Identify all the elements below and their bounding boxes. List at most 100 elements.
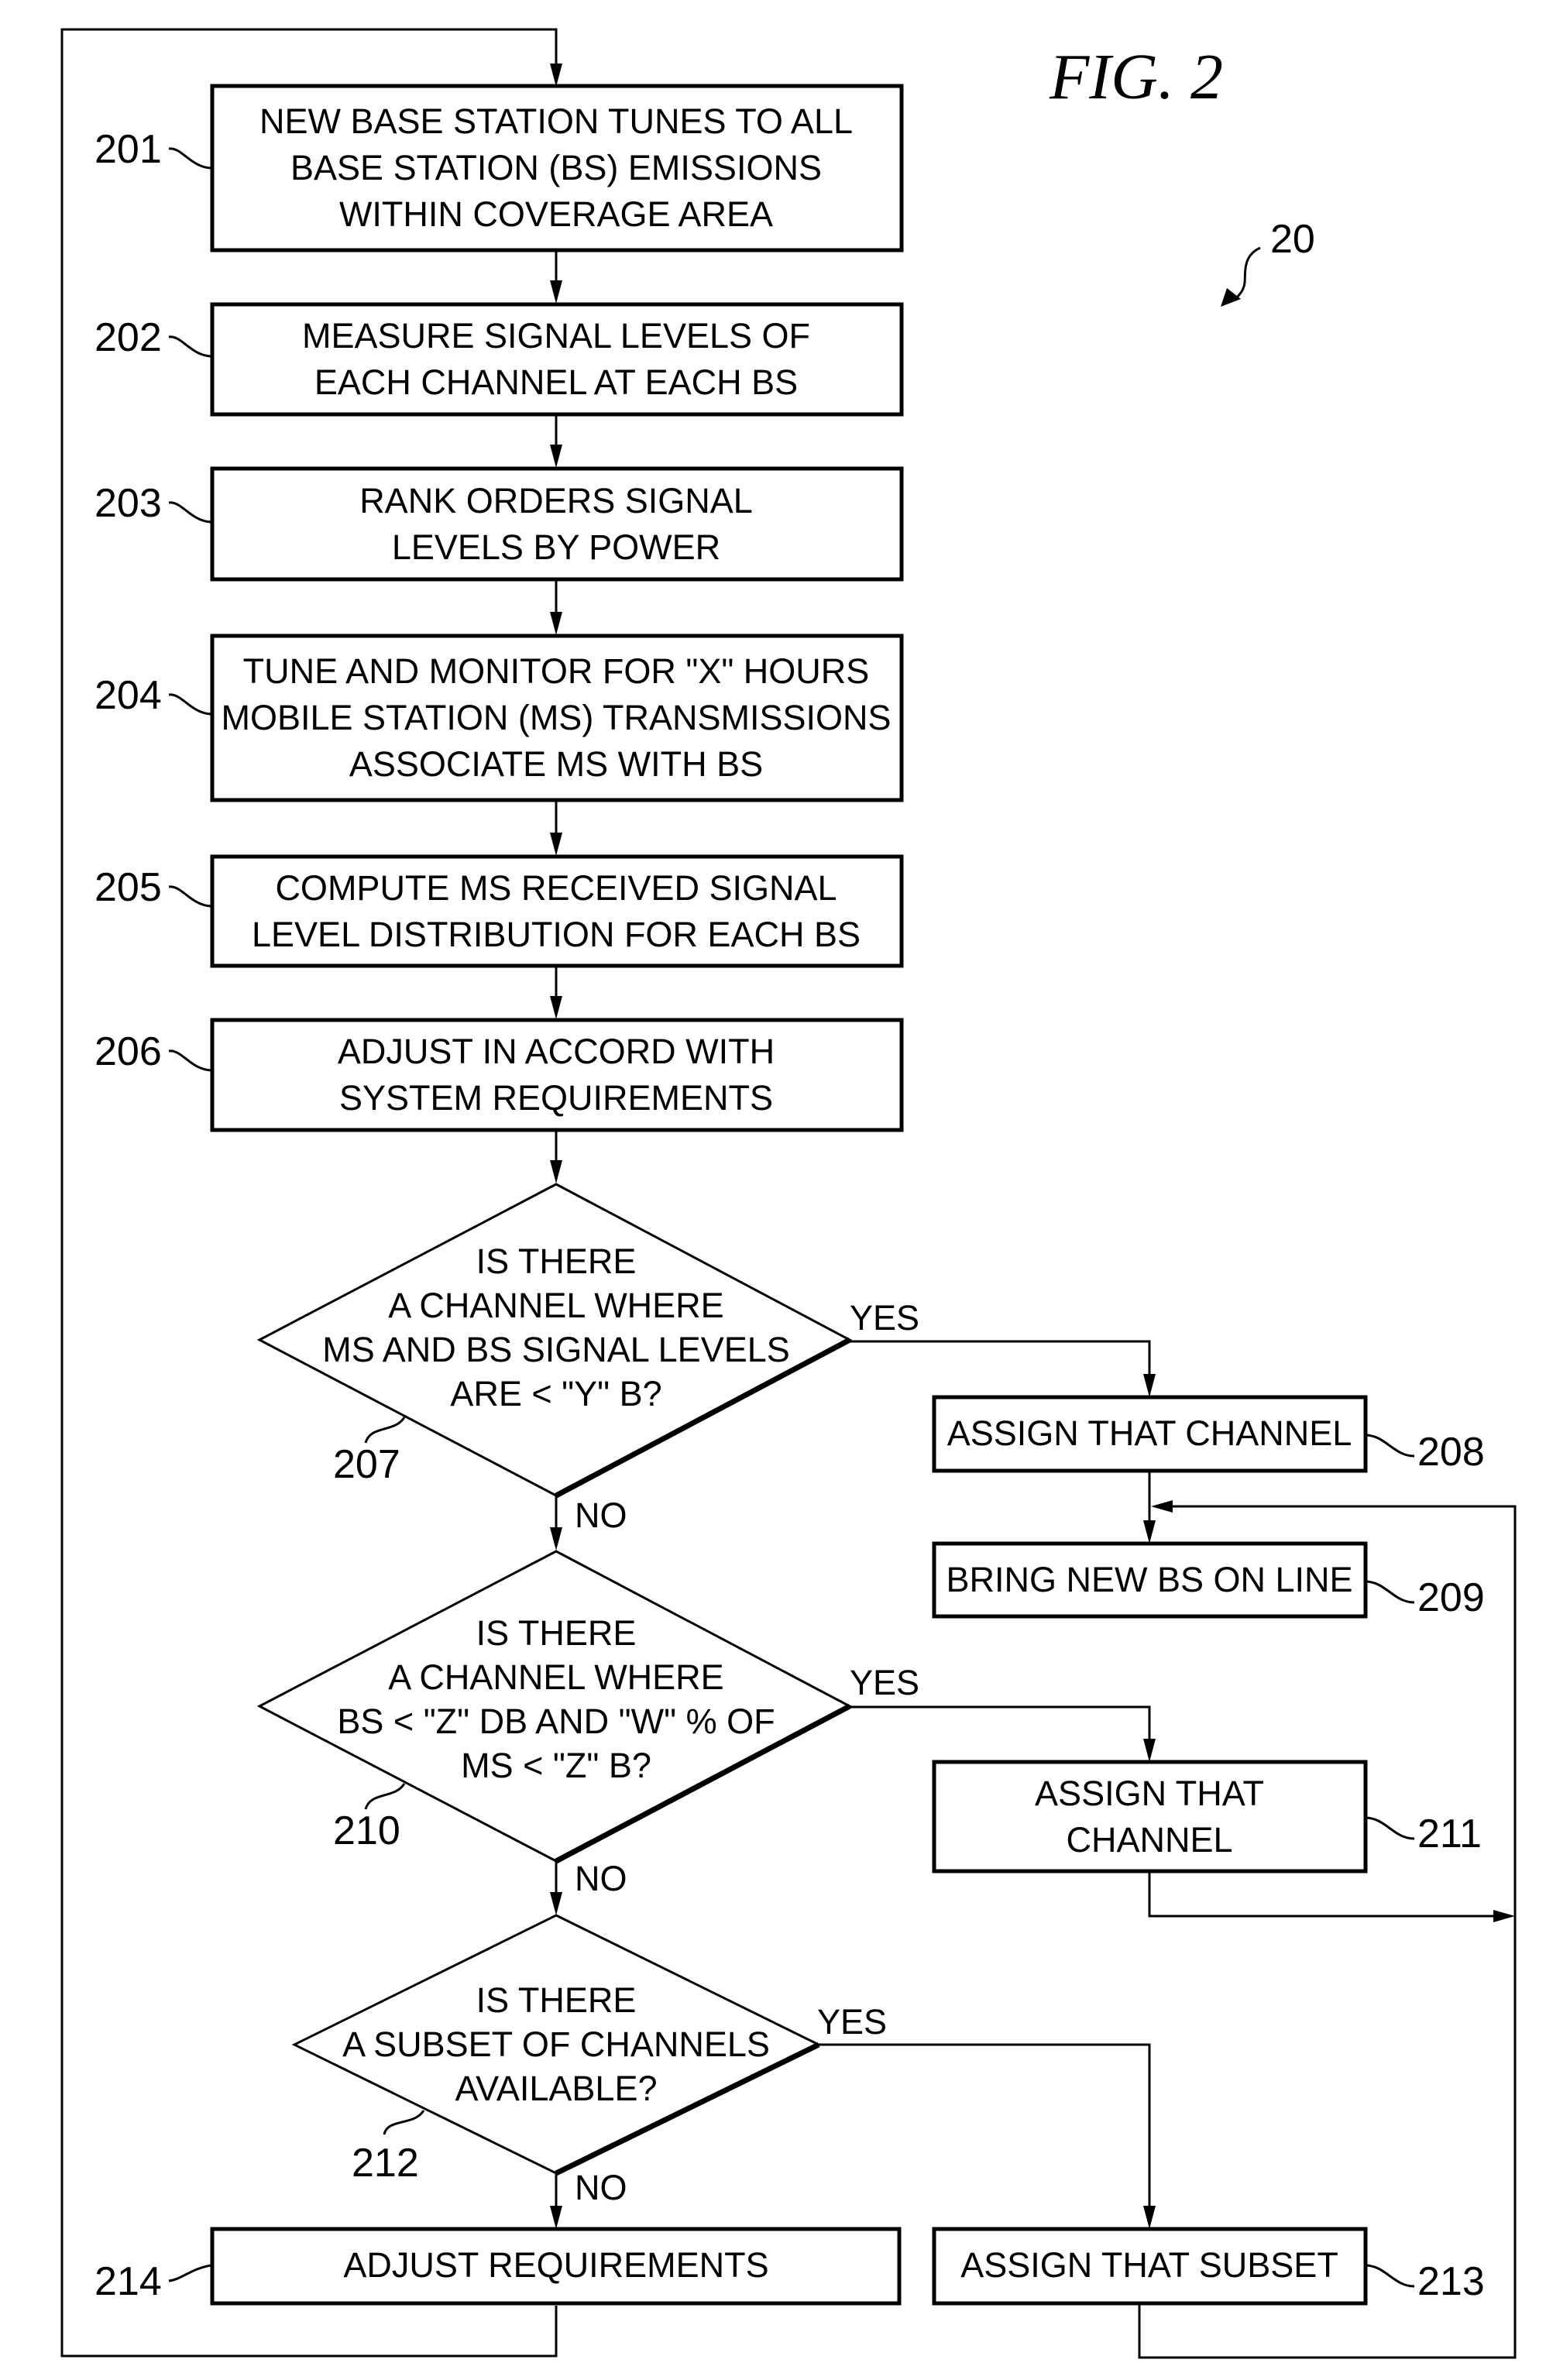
connector-211-to-loop bbox=[1148, 1871, 1503, 1918]
step-text-line: MOBILE STATION (MS) TRANSMISSIONS bbox=[221, 698, 891, 737]
ref-leader bbox=[383, 2110, 425, 2135]
arrowhead bbox=[1143, 1374, 1156, 1397]
step-text-line: SYSTEM REQUIREMENTS bbox=[339, 1078, 773, 1118]
figure-title: FIG. 2 bbox=[1049, 41, 1223, 113]
step-text-line: WITHIN COVERAGE AREA bbox=[339, 194, 773, 234]
arrowhead bbox=[1143, 1739, 1156, 1762]
connector-210-211 bbox=[850, 1705, 1151, 1750]
decision-212: IS THERE A SUBSET OF CHANNELS AVAILABLE?… bbox=[291, 1914, 822, 2186]
step-text-line: LEVELS BY POWER bbox=[392, 527, 720, 567]
ref-leader bbox=[364, 1783, 406, 1810]
decision-text-line: AVAILABLE? bbox=[455, 2069, 658, 2108]
step-ref-number: 202 bbox=[94, 315, 162, 360]
arrowhead bbox=[550, 1527, 562, 1551]
decision-text-line: IS THERE bbox=[476, 1980, 637, 2020]
figure-reference-number: 20 bbox=[1270, 217, 1315, 262]
ref-leader bbox=[168, 335, 211, 358]
step-text-line: TUNE AND MONITOR FOR "X" HOURS bbox=[243, 651, 870, 691]
step-text-line: EACH CHANNEL AT EACH BS bbox=[314, 362, 798, 402]
step-ref-number: 204 bbox=[94, 673, 162, 718]
decision-text-line: IS THERE bbox=[476, 1613, 637, 1653]
arrowhead bbox=[550, 280, 562, 304]
step-text-line: ADJUST IN ACCORD WITH bbox=[338, 1032, 775, 1071]
arrowhead bbox=[550, 612, 562, 635]
yes-label: YES bbox=[850, 1298, 919, 1338]
yes-label: YES bbox=[850, 1663, 919, 1702]
ref-leader bbox=[168, 2264, 211, 2282]
step-text-line: ASSIGN THAT bbox=[1035, 1774, 1264, 1813]
ref-leader bbox=[168, 147, 211, 170]
step-206: ADJUST IN ACCORD WITH SYSTEM REQUIREMENT… bbox=[94, 1018, 904, 1132]
arrowhead-into-201 bbox=[550, 64, 562, 87]
ref-leader bbox=[1366, 1434, 1415, 1458]
no-label: NO bbox=[575, 1859, 627, 1898]
step-ref-number: 209 bbox=[1417, 1575, 1485, 1620]
step-text-line: ASSIGN THAT SUBSET bbox=[960, 2245, 1338, 2285]
step-ref-number: 205 bbox=[94, 865, 162, 910]
step-ref-number: 213 bbox=[1417, 2259, 1485, 2304]
no-label: NO bbox=[575, 1496, 627, 1535]
step-214: ADJUST REQUIREMENTS 214 bbox=[94, 2227, 902, 2306]
ref-leader bbox=[168, 501, 211, 524]
step-202: MEASURE SIGNAL LEVELS OF EACH CHANNEL AT… bbox=[94, 302, 904, 417]
step-ref-number: 206 bbox=[94, 1029, 162, 1074]
arrowhead bbox=[1143, 1520, 1156, 1544]
decision-text-line: A CHANNEL WHERE bbox=[388, 1286, 723, 1325]
step-text-line: ASSOCIATE MS WITH BS bbox=[349, 744, 763, 784]
arrowhead bbox=[550, 445, 562, 468]
step-209: BRING NEW BS ON LINE 209 bbox=[932, 1541, 1485, 1620]
ref-leader bbox=[1366, 2264, 1415, 2288]
step-text-line: ASSIGN THAT CHANNEL bbox=[947, 1413, 1352, 1453]
step-text-line: NEW BASE STATION TUNES TO ALL bbox=[259, 101, 853, 141]
flowchart: FIG. 2 20 NEW BASE STATION TUNES TO ALL … bbox=[60, 28, 1517, 2359]
step-ref-number: 203 bbox=[94, 481, 162, 526]
decision-text-line: IS THERE bbox=[476, 1242, 637, 1281]
connector-212-213 bbox=[819, 2043, 1151, 2217]
decision-text-line: A SUBSET OF CHANNELS bbox=[342, 2025, 770, 2064]
return-connector-to-209 bbox=[1162, 1505, 1517, 2312]
decision-text-line: BS < "Z" DB AND "W" % OF bbox=[337, 1702, 775, 1741]
connector-207-208 bbox=[850, 1340, 1151, 1386]
ref-leader bbox=[168, 885, 211, 908]
ref-leader bbox=[168, 693, 211, 716]
arrowhead bbox=[550, 2206, 562, 2229]
decision-210: IS THERE A CHANNEL WHERE BS < "Z" DB AND… bbox=[256, 1550, 853, 1864]
decision-text-line: MS < "Z" B? bbox=[461, 1746, 651, 1785]
figure-reference-arrowhead bbox=[1221, 288, 1241, 307]
step-ref-number: 212 bbox=[352, 2141, 419, 2186]
no-label: NO bbox=[575, 2168, 627, 2207]
decision-text-line: A CHANNEL WHERE bbox=[388, 1657, 723, 1697]
step-ref-number: 210 bbox=[333, 1808, 400, 1853]
step-ref-number: 211 bbox=[1417, 1812, 1482, 1856]
step-ref-number: 207 bbox=[333, 1442, 400, 1487]
decision-text-line: ARE < "Y" B? bbox=[450, 1374, 661, 1413]
figure-reference-leader bbox=[1232, 246, 1261, 302]
step-text-line: LEVEL DISTRIBUTION FOR EACH BS bbox=[252, 915, 861, 954]
arrowhead bbox=[550, 1892, 562, 1915]
arrowhead bbox=[1143, 2206, 1156, 2229]
step-text-line: BASE STATION (BS) EMISSIONS bbox=[290, 148, 822, 187]
arrowhead bbox=[550, 833, 562, 856]
step-text-line: ADJUST REQUIREMENTS bbox=[343, 2245, 768, 2285]
step-203: RANK ORDERS SIGNAL LEVELS BY POWER 203 bbox=[94, 466, 904, 582]
decision-207: IS THERE A CHANNEL WHERE MS AND BS SIGNA… bbox=[256, 1183, 853, 1499]
step-ref-number: 214 bbox=[94, 2259, 162, 2304]
step-205: COMPUTE MS RECEIVED SIGNAL LEVEL DISTRIB… bbox=[94, 854, 904, 968]
ref-leader bbox=[1366, 1816, 1415, 1840]
step-text-line: RANK ORDERS SIGNAL bbox=[359, 481, 753, 520]
connector-213-to-loop bbox=[1138, 2303, 1517, 2359]
ref-leader bbox=[364, 1417, 406, 1444]
step-text-line: CHANNEL bbox=[1066, 1820, 1232, 1860]
step-201: NEW BASE STATION TUNES TO ALL BASE STATI… bbox=[94, 84, 904, 252]
step-208: ASSIGN THAT CHANNEL 208 bbox=[932, 1395, 1485, 1475]
ref-leader bbox=[168, 1049, 211, 1072]
ref-leader bbox=[1366, 1580, 1415, 1604]
arrowhead bbox=[550, 1160, 562, 1183]
decision-text-line: MS AND BS SIGNAL LEVELS bbox=[322, 1330, 790, 1369]
step-text-line: COMPUTE MS RECEIVED SIGNAL bbox=[275, 868, 837, 908]
step-211: ASSIGN THAT CHANNEL 211 bbox=[932, 1760, 1482, 1873]
step-204: TUNE AND MONITOR FOR "X" HOURS MOBILE ST… bbox=[94, 634, 904, 802]
step-213: ASSIGN THAT SUBSET 213 bbox=[932, 2227, 1485, 2306]
step-ref-number: 201 bbox=[94, 127, 162, 172]
arrowhead bbox=[1151, 1500, 1173, 1513]
